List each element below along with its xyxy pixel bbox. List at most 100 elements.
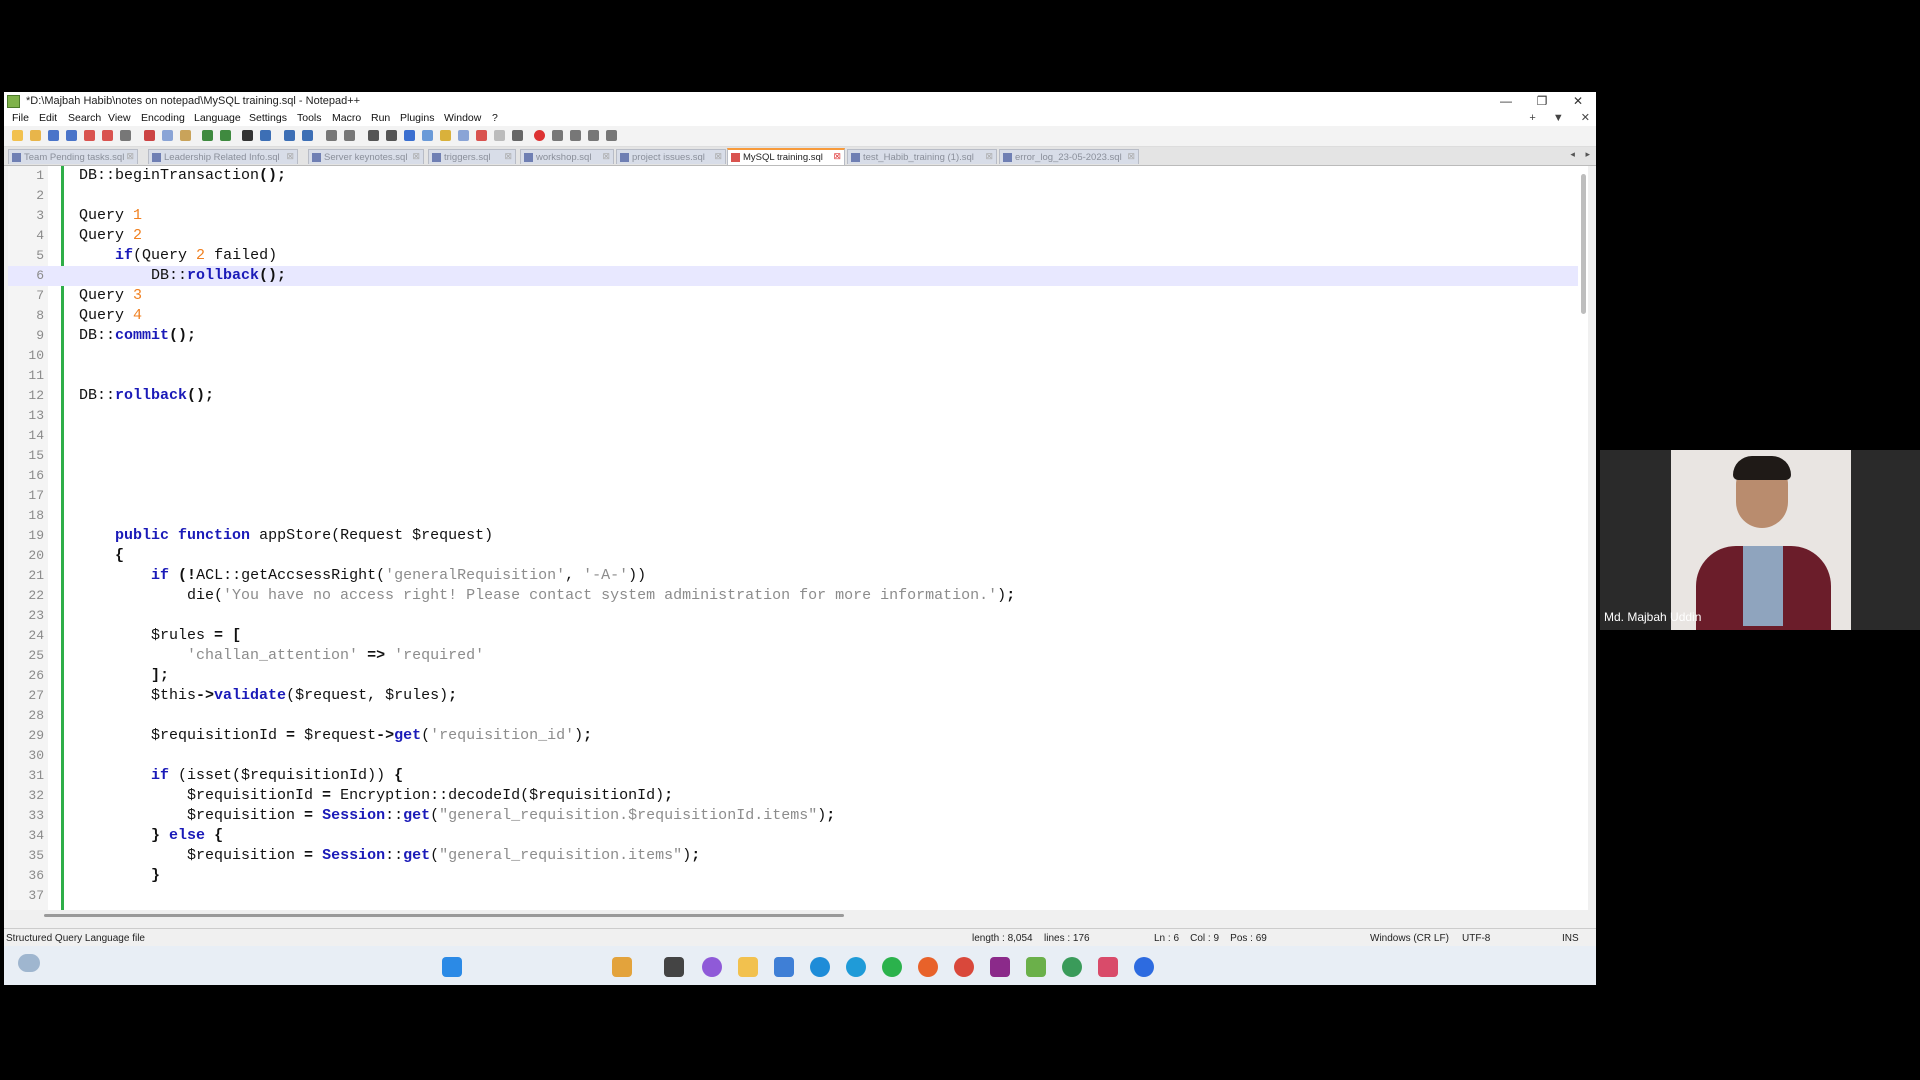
cut-icon[interactable] [144, 130, 155, 141]
code-line[interactable]: 4 Query 2 [8, 226, 1578, 246]
menu-edit[interactable]: Edit [39, 112, 57, 124]
code-line[interactable]: 36 } [8, 866, 1578, 886]
close-all-icon[interactable] [102, 130, 113, 141]
code-line[interactable]: 37 [8, 886, 1578, 906]
tab-close-icon[interactable]: ⊠ [412, 151, 420, 162]
replace-icon[interactable] [260, 130, 271, 141]
code-line[interactable]: 31 if (isset($requisitionId)) { [8, 766, 1578, 786]
menu-file[interactable]: File [12, 112, 29, 124]
play-macro-icon[interactable] [570, 130, 581, 141]
code-line[interactable]: 22 die('You have no access right! Please… [8, 586, 1578, 606]
code-line[interactable]: 33 $requisition = Session::get("general_… [8, 806, 1578, 826]
monitoring-icon[interactable] [494, 130, 505, 141]
weather-icon[interactable] [18, 954, 40, 972]
notepadpp-taskbar-icon[interactable] [1026, 957, 1046, 977]
tab-list-icon[interactable]: ▼ [1553, 112, 1564, 124]
new-file-icon[interactable] [12, 130, 23, 141]
code-line[interactable]: 10 [8, 346, 1578, 366]
code-line[interactable]: 19 public function appStore(Request $req… [8, 526, 1578, 546]
sync-horizontal-icon[interactable] [344, 130, 355, 141]
horizontal-scrollbar[interactable] [8, 911, 1588, 920]
code-line[interactable]: 6 DB::rollback(); [8, 266, 1578, 286]
horizontal-scroll-thumb[interactable] [44, 914, 844, 917]
tab-close-icon[interactable]: ⊠ [1127, 151, 1135, 162]
new-tab-icon[interactable]: + [1529, 112, 1535, 124]
tab-test-habib-training[interactable]: test_Habib_training (1).sql ⊠ [847, 149, 997, 164]
show-all-chars-icon[interactable] [386, 130, 397, 141]
tab-leadership-info[interactable]: Leadership Related Info.sql ⊠ [148, 149, 298, 164]
close-button[interactable]: ✕ [1560, 92, 1596, 111]
code-line[interactable]: 28 [8, 706, 1578, 726]
chrome-icon[interactable] [954, 957, 974, 977]
code-line[interactable]: 25 'challan_attention' => 'required' [8, 646, 1578, 666]
focus-mode-icon[interactable] [512, 130, 523, 141]
word-wrap-icon[interactable] [368, 130, 379, 141]
code-line[interactable]: 12 DB::rollback(); [8, 386, 1578, 406]
code-line[interactable]: 5 if(Query 2 failed) [8, 246, 1578, 266]
close-file-icon[interactable] [84, 130, 95, 141]
tab-close-icon[interactable]: ⊠ [286, 151, 294, 162]
code-line[interactable]: 2 [8, 186, 1578, 206]
save-macro-icon[interactable] [606, 130, 617, 141]
tab-close-icon[interactable]: ⊠ [833, 151, 841, 162]
indent-guide-icon[interactable] [404, 130, 415, 141]
code-line[interactable]: 9 DB::commit(); [8, 326, 1578, 346]
code-line[interactable]: 34 } else { [8, 826, 1578, 846]
menu-run[interactable]: Run [371, 112, 390, 124]
redo-icon[interactable] [220, 130, 231, 141]
zoom-icon[interactable] [1134, 957, 1154, 977]
code-line[interactable]: 13 [8, 406, 1578, 426]
function-list-icon[interactable] [458, 130, 469, 141]
menu-plugins[interactable]: Plugins [400, 112, 434, 124]
tab-close-icon[interactable]: ⊠ [985, 151, 993, 162]
open-file-icon[interactable] [30, 130, 41, 141]
code-line[interactable]: 14 [8, 426, 1578, 446]
tab-error-log[interactable]: error_log_23-05-2023.sql ⊠ [999, 149, 1139, 164]
tab-triggers[interactable]: triggers.sql ⊠ [428, 149, 516, 164]
record-macro-icon[interactable] [534, 130, 545, 141]
store-icon[interactable] [774, 957, 794, 977]
code-editor[interactable]: 1 DB::beginTransaction(); 2 3 Query 1 4 Query … [8, 166, 1588, 910]
tab-close-icon[interactable]: ⊠ [126, 151, 134, 162]
folder-workspace-icon[interactable] [476, 130, 487, 141]
app-hs-icon[interactable] [1062, 957, 1082, 977]
tab-scroll-left-icon[interactable]: ◂ [1570, 149, 1575, 159]
tab-close-icon[interactable]: ⊠ [602, 151, 610, 162]
code-line[interactable]: 23 [8, 606, 1578, 626]
tab-scroll-right-icon[interactable]: ▸ [1585, 149, 1590, 159]
undo-icon[interactable] [202, 130, 213, 141]
code-line[interactable]: 17 [8, 486, 1578, 506]
tab-close-icon[interactable]: ⊠ [714, 151, 722, 162]
code-line[interactable]: 16 [8, 466, 1578, 486]
menu-macro[interactable]: Macro [332, 112, 361, 124]
zoom-in-icon[interactable] [284, 130, 295, 141]
paste-icon[interactable] [180, 130, 191, 141]
code-line[interactable]: 27 $this->validate($request, $rules); [8, 686, 1578, 706]
code-line[interactable]: 32 $requisitionId = Encryption::decodeId… [8, 786, 1578, 806]
save-all-icon[interactable] [66, 130, 77, 141]
task-view-icon[interactable] [664, 957, 684, 977]
copilot-icon[interactable] [702, 957, 722, 977]
start-icon[interactable] [442, 957, 462, 977]
menu-tools[interactable]: Tools [297, 112, 322, 124]
code-line[interactable]: 3 Query 1 [8, 206, 1578, 226]
menu-search[interactable]: Search [68, 112, 101, 124]
code-line[interactable]: 11 [8, 366, 1578, 386]
code-line[interactable]: 26 ]; [8, 666, 1578, 686]
widgets-icon[interactable] [612, 957, 632, 977]
code-line[interactable]: 30 [8, 746, 1578, 766]
tab-server-keynotes[interactable]: Server keynotes.sql ⊠ [308, 149, 424, 164]
find-icon[interactable] [242, 130, 253, 141]
code-line[interactable]: 24 $rules = [ [8, 626, 1578, 646]
code-line[interactable]: 21 if (!ACL::getAccsessRight('generalReq… [8, 566, 1578, 586]
whatsapp-icon[interactable] [882, 957, 902, 977]
phpstorm-icon[interactable] [990, 957, 1010, 977]
menu-view[interactable]: View [108, 112, 131, 124]
code-line[interactable]: 29 $requisitionId = $request->get('requi… [8, 726, 1578, 746]
close-tab-icon[interactable]: ✕ [1581, 112, 1590, 124]
code-line[interactable]: 20 { [8, 546, 1578, 566]
print-icon[interactable] [120, 130, 131, 141]
menu-settings[interactable]: Settings [249, 112, 287, 124]
run-macro-multiple-icon[interactable] [588, 130, 599, 141]
copy-icon[interactable] [162, 130, 173, 141]
